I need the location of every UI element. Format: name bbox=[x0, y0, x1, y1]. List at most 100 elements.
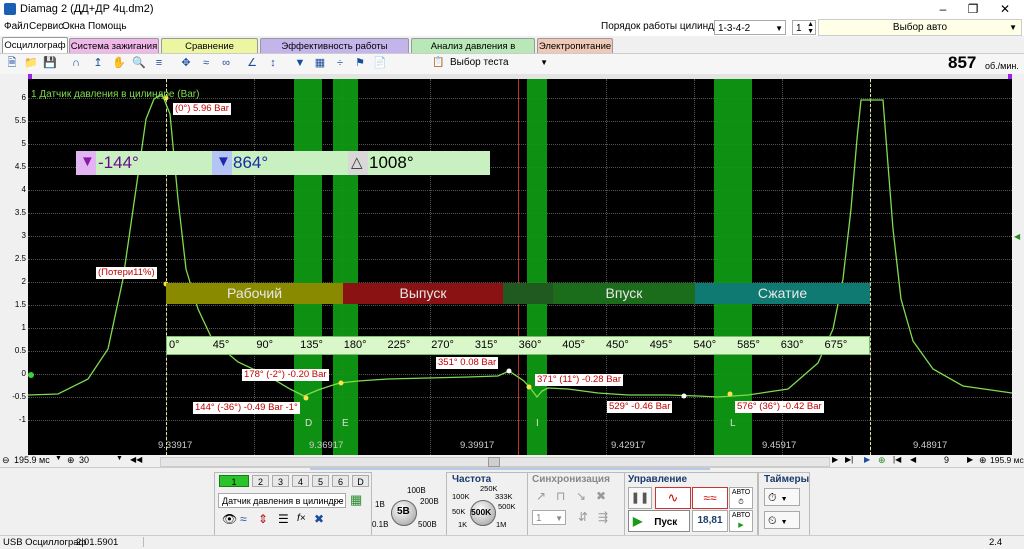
lines-icon[interactable]: ☰ bbox=[278, 512, 289, 526]
menu-file[interactable]: Файл bbox=[4, 21, 29, 32]
auto-mode-button[interactable]: АВТО ⏱ bbox=[729, 487, 753, 509]
voltage-value: 5В bbox=[397, 506, 410, 517]
channel-3-button[interactable]: 3 bbox=[272, 475, 289, 487]
divs-plus-icon[interactable]: ⊕ bbox=[67, 455, 75, 466]
rpm-value: 857 bbox=[948, 53, 977, 72]
start-button[interactable]: ▶ Пуск bbox=[628, 510, 690, 532]
menu-windows[interactable]: Окна bbox=[62, 21, 85, 32]
degree-tick-label: 180° bbox=[343, 339, 367, 351]
restore-button[interactable]: ❐ bbox=[958, 0, 988, 18]
open-folder-icon[interactable]: 📁 bbox=[24, 56, 38, 70]
timer-icon: ⏲ bbox=[768, 515, 777, 527]
channel-6-button[interactable]: 6 bbox=[332, 475, 349, 487]
function-icon[interactable]: f× bbox=[297, 513, 306, 524]
chevron-down-icon: ▼ bbox=[1009, 23, 1017, 32]
timer-1-button[interactable]: ⏱ ▼ bbox=[764, 488, 800, 506]
prev-icon[interactable]: ◀ bbox=[910, 455, 916, 464]
measure-icon[interactable]: ↕ bbox=[266, 56, 280, 70]
funnel-icon[interactable]: ▼ bbox=[293, 56, 307, 70]
label-529: 529° -0.46 Bar bbox=[607, 401, 673, 413]
horizontal-scrollbar[interactable] bbox=[160, 457, 830, 467]
last-page-icon[interactable]: ▶| bbox=[845, 455, 853, 464]
sync-rise-icon[interactable]: ↗ bbox=[536, 489, 546, 503]
new-file-icon[interactable]: 🗎 bbox=[5, 56, 19, 70]
play-icon: ▶ bbox=[738, 522, 744, 529]
zoom-icon[interactable]: 🔍 bbox=[132, 56, 146, 70]
y-tick-label: 5 bbox=[21, 139, 26, 148]
tools-icon[interactable]: ✖ bbox=[314, 512, 324, 526]
first-icon[interactable]: |◀ bbox=[893, 455, 901, 464]
channel-4-button[interactable]: 4 bbox=[292, 475, 309, 487]
wave-icon[interactable]: ≈ bbox=[199, 56, 213, 70]
divide-icon[interactable]: ÷ bbox=[333, 56, 347, 70]
page-number[interactable]: 9 bbox=[944, 455, 949, 465]
menu-service[interactable]: Сервис bbox=[29, 21, 63, 32]
stack-icon[interactable]: ≡ bbox=[152, 56, 166, 70]
scroll-thumb[interactable] bbox=[488, 457, 500, 467]
right-cursor-icon: ▼ bbox=[212, 151, 232, 175]
left-cursor-icon: ▼ bbox=[76, 151, 96, 175]
document-icon[interactable]: 📄 bbox=[373, 56, 387, 70]
angle-icon[interactable]: ∠ bbox=[245, 56, 259, 70]
sensor-select[interactable]: Датчик давления в цилиндре ⋯ bbox=[218, 493, 346, 508]
sync-position-icon[interactable]: ⇶ bbox=[598, 510, 608, 524]
timebase-value[interactable]: 195.9 мс bbox=[14, 455, 50, 465]
minimize-button[interactable]: – bbox=[928, 0, 958, 18]
ellipsis-icon: ⋯ bbox=[334, 496, 343, 506]
divs-value[interactable]: 30 bbox=[79, 455, 89, 465]
auto-select[interactable]: Выбор авто ▼ bbox=[818, 19, 1022, 36]
sync-tool-icon[interactable]: ✖ bbox=[596, 489, 606, 503]
play-icon[interactable]: ▶ bbox=[864, 455, 870, 464]
close-button[interactable]: ✕ bbox=[990, 0, 1020, 18]
cylinder-number-stepper[interactable]: 1 ▲ ▼ bbox=[792, 20, 816, 35]
pause-button[interactable]: ❚❚ bbox=[628, 487, 652, 509]
filter-icon[interactable]: ∞ bbox=[219, 56, 233, 70]
panel-collapse-bar[interactable] bbox=[310, 468, 710, 470]
next-page-icon[interactable]: ▶ bbox=[967, 455, 973, 464]
tab-oscilloscope[interactable]: Осциллограф bbox=[2, 37, 68, 54]
next-icon[interactable]: ▶ bbox=[832, 455, 838, 464]
sync-channel-select[interactable]: 1 ▼ bbox=[532, 510, 566, 525]
tab-cylinder-efficiency[interactable]: Эффективность работы цилиндров bbox=[260, 38, 409, 67]
tab-pressure-analysis[interactable]: Анализ давления в цилиндре bbox=[411, 38, 535, 67]
timer-2-button[interactable]: ⏲ ▼ bbox=[764, 511, 800, 529]
eye-icon[interactable]: 👁 bbox=[222, 512, 237, 526]
curve-icon[interactable]: ∩ bbox=[69, 56, 83, 70]
flag-icon[interactable]: ⚑ bbox=[353, 56, 367, 70]
sync-level-icon[interactable]: ⇵ bbox=[578, 510, 588, 524]
cylinder-order-select[interactable]: 1-3-4-2 ▼ bbox=[714, 20, 786, 35]
tab-ignition[interactable]: Система зажигания bbox=[69, 38, 159, 53]
save-icon[interactable]: 💾 bbox=[43, 56, 57, 70]
timebase-minus-icon[interactable]: ⊖ bbox=[2, 455, 10, 466]
hand-icon[interactable]: ✋ bbox=[112, 56, 126, 70]
delta-angle: 1008° bbox=[369, 153, 414, 172]
menu-help[interactable]: Помощь bbox=[88, 21, 127, 32]
channel-1-button[interactable]: 1 bbox=[219, 475, 249, 487]
sync-pulse-icon[interactable]: ⊓ bbox=[556, 489, 565, 503]
wave-mode-icon[interactable]: ≈ bbox=[240, 512, 247, 526]
status-bar: USB Осциллограф 2.01.5901 2.4 bbox=[0, 535, 1024, 549]
move-icon[interactable]: ✥ bbox=[179, 56, 193, 70]
single-mode-button[interactable]: ∿ bbox=[655, 487, 691, 509]
oscilloscope-plot[interactable]: 1 Датчик давления в цилиндре (Bar) Рабоч… bbox=[28, 79, 1012, 455]
sync-fall-icon[interactable]: ↘ bbox=[576, 489, 586, 503]
channel-d-button[interactable]: D bbox=[352, 475, 369, 487]
tab-power[interactable]: Электропитание bbox=[537, 38, 613, 53]
zero-level-handle[interactable] bbox=[28, 372, 34, 378]
auto-run-button[interactable]: АВТО ▶ bbox=[729, 510, 753, 532]
add-icon[interactable]: ⊕ bbox=[878, 455, 886, 466]
level-marker-icon[interactable]: ◀ bbox=[1014, 232, 1020, 241]
chevron-down-icon[interactable]: ▼ bbox=[55, 455, 62, 462]
first-page-icon[interactable]: ◀◀ bbox=[130, 455, 142, 464]
channel-5-button[interactable]: 5 bbox=[312, 475, 329, 487]
continuous-mode-button[interactable]: ≈≈ bbox=[692, 487, 728, 509]
chevron-down-icon[interactable]: ▼ bbox=[116, 455, 123, 462]
tab-cylinder-compare[interactable]: Сравнение цилиндров bbox=[161, 38, 258, 67]
sensor-config-icon[interactable]: ▦ bbox=[350, 492, 362, 508]
plus-icon[interactable]: ⊕ bbox=[979, 455, 987, 466]
test-select[interactable]: 📋 Выбор теста ▼ bbox=[432, 55, 548, 71]
vertical-scale-icon[interactable]: ⇕ bbox=[258, 512, 268, 526]
table-icon[interactable]: ▦ bbox=[313, 56, 327, 70]
cursor-tool-icon[interactable]: ↥ bbox=[91, 56, 105, 70]
channel-2-button[interactable]: 2 bbox=[252, 475, 269, 487]
